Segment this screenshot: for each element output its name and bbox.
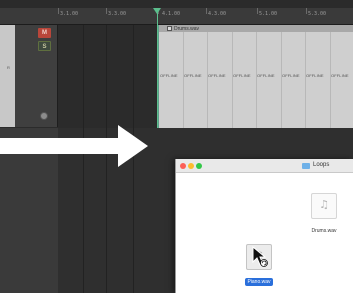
right-arrow-icon bbox=[0, 125, 148, 167]
ruler-label: 3.3.00 bbox=[108, 11, 127, 17]
finder-title: Loops bbox=[313, 162, 330, 168]
offline-label: OFFLINE bbox=[184, 73, 202, 78]
track-header-panel: R bbox=[0, 25, 15, 127]
region-header: Drums.wav bbox=[159, 25, 353, 32]
finder-titlebar[interactable]: Loops bbox=[176, 159, 353, 173]
minimize-window-icon[interactable] bbox=[188, 163, 194, 169]
offline-label: OFFLINE bbox=[160, 73, 178, 78]
solo-button[interactable]: S bbox=[38, 41, 51, 51]
region-divider bbox=[330, 32, 331, 128]
ruler-tick bbox=[58, 8, 59, 14]
ruler-tick bbox=[257, 8, 258, 14]
region-title: Drums.wav bbox=[174, 26, 200, 32]
region-checkbox-icon bbox=[167, 26, 172, 31]
drag-copy-cursor-icon bbox=[252, 246, 268, 267]
file-name: Drums.wav bbox=[311, 228, 337, 234]
region-divider bbox=[183, 32, 184, 128]
ruler-tick bbox=[106, 8, 107, 14]
ruler-tick bbox=[206, 8, 207, 14]
offline-label: OFFLINE bbox=[282, 73, 300, 78]
offline-label: OFFLINE bbox=[208, 73, 226, 78]
region-divider bbox=[281, 32, 282, 128]
region-divider bbox=[207, 32, 208, 128]
ruler-label: 5.3.00 bbox=[308, 11, 327, 17]
folder-icon bbox=[302, 163, 310, 169]
track-settings-knob[interactable] bbox=[40, 112, 48, 120]
file-item-drums[interactable]: ♫ Drums.wav bbox=[304, 193, 344, 237]
ruler-label: 5.1.00 bbox=[259, 11, 278, 17]
track-header[interactable]: R M S bbox=[0, 25, 58, 127]
offline-label: OFFLINE bbox=[306, 73, 324, 78]
zoom-window-icon[interactable] bbox=[196, 163, 202, 169]
track-header-text: R bbox=[7, 65, 10, 70]
audio-file-icon: ♫ bbox=[311, 193, 337, 219]
ruler-label: 3.1.00 bbox=[60, 11, 79, 17]
playhead-line[interactable] bbox=[157, 8, 158, 128]
offline-label: OFFLINE bbox=[331, 73, 349, 78]
playhead-handle-icon[interactable] bbox=[153, 8, 161, 14]
finder-window[interactable]: Loops ♫ Drums.wav ♫ Piano.wav bbox=[175, 159, 353, 293]
region-divider bbox=[256, 32, 257, 128]
ruler-tick bbox=[306, 8, 307, 14]
close-window-icon[interactable] bbox=[180, 163, 186, 169]
region-divider bbox=[232, 32, 233, 128]
offline-label: OFFLINE bbox=[233, 73, 251, 78]
offline-label: OFFLINE bbox=[257, 73, 275, 78]
audio-region[interactable]: Drums.wav OFFLINE OFFLINE OFFLINE OFFLIN… bbox=[158, 25, 353, 128]
ruler-label: 4.3.00 bbox=[208, 11, 227, 17]
timeline-ruler[interactable]: 3.1.00 3.3.00 4.1.00 4.3.00 5.1.00 5.3.0… bbox=[0, 8, 353, 25]
ruler-label: 4.1.00 bbox=[162, 11, 181, 17]
region-divider bbox=[305, 32, 306, 128]
file-name-selected: Piano.wav bbox=[245, 278, 273, 286]
mute-button[interactable]: M bbox=[38, 28, 51, 38]
